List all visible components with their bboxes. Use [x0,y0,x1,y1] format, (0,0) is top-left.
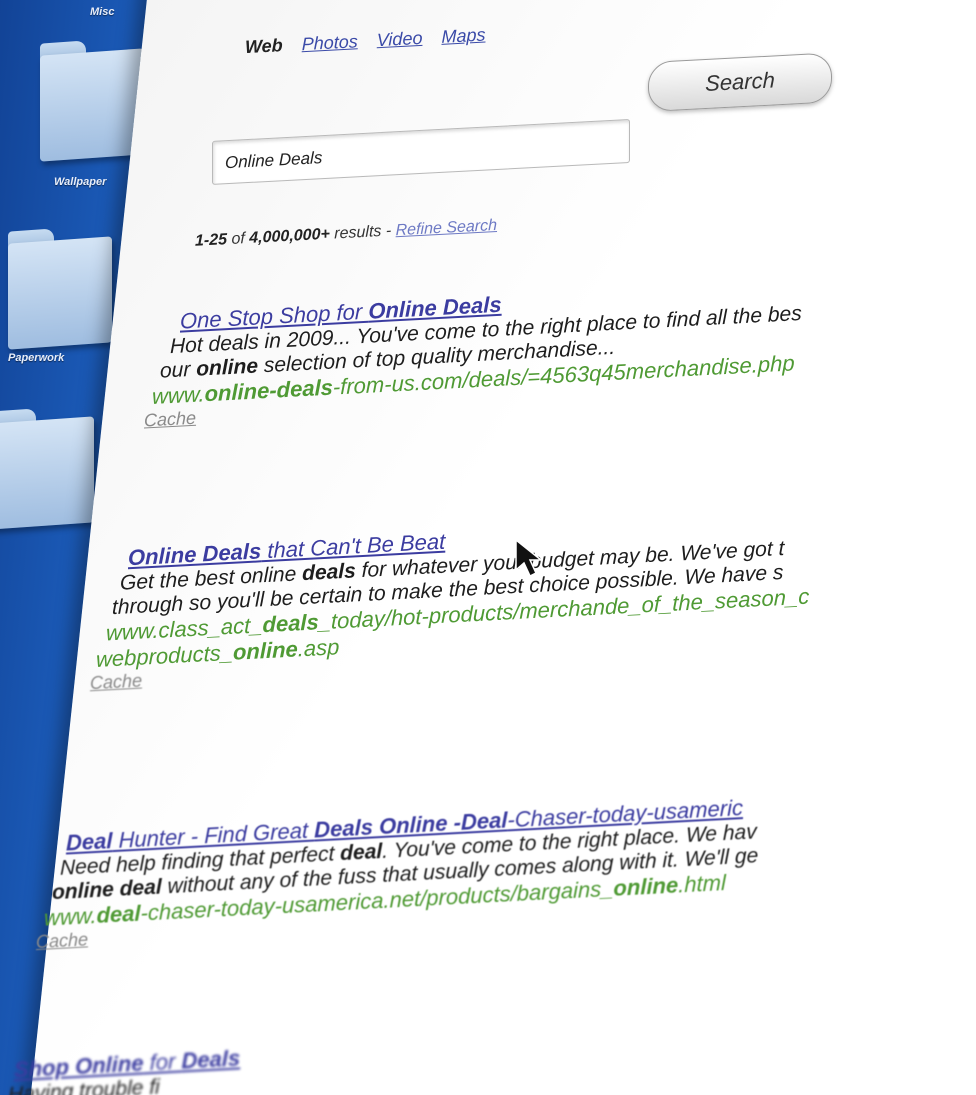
search-results-page: Web Photos Video Maps Online Deals Searc… [0,0,976,1095]
nav-web[interactable]: Web [245,35,283,57]
result-item: One Stop Shop for Online Deals Hot deals… [144,276,802,431]
results-total: 4,000,000+ [249,225,330,247]
results-count: 1-25 of 4,000,000+ results - Refine Sear… [195,217,497,251]
search-button[interactable]: Search [648,52,832,113]
search-input[interactable]: Online Deals [212,118,630,185]
results-range: 1-25 [195,231,228,250]
results-suffix: results - [334,222,392,243]
result-item: Deal Hunter - Find Great Deals Online -D… [36,794,758,952]
nav-photos[interactable]: Photos [302,31,358,54]
result-item: Online Deals that Can't Be Beat Get the … [90,510,809,694]
refine-search-link[interactable]: Refine Search [396,217,497,239]
search-type-nav: Web Photos Video Maps [245,24,500,58]
nav-maps[interactable]: Maps [441,25,485,47]
results-of: of [231,230,245,248]
nav-video[interactable]: Video [377,28,423,50]
mouse-cursor-icon [515,538,544,578]
scene: Misc Wallpaper Paperwork Web Photos Vide… [0,0,976,1095]
result-item: Shop Online for Deals Having trouble fi [8,1045,240,1095]
